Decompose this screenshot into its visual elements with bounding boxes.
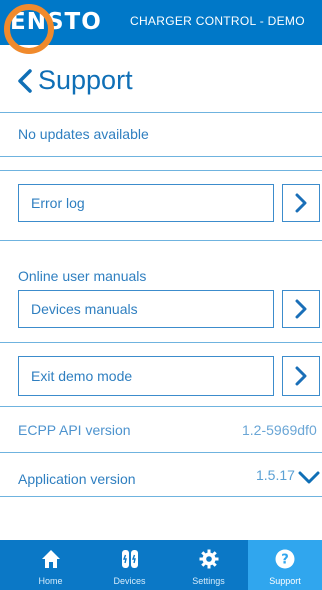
bottom-nav: Home Devices Settings ? Support — [0, 540, 322, 590]
nav-home-label: Home — [38, 576, 63, 586]
nav-home[interactable]: Home — [11, 540, 90, 590]
back-button[interactable]: Support — [0, 55, 322, 105]
gear-icon — [199, 549, 218, 569]
chevron-left-icon — [18, 69, 32, 93]
api-version-label: ECPP API version — [18, 422, 131, 438]
nav-devices-label: Devices — [113, 576, 146, 586]
error-log-arrow-button[interactable] — [282, 184, 320, 222]
devices-manuals-label: Devices manuals — [31, 301, 138, 317]
nav-settings[interactable]: Settings — [169, 540, 248, 590]
devices-manuals-button[interactable]: Devices manuals — [18, 290, 274, 328]
home-icon — [41, 550, 60, 568]
divider — [0, 496, 322, 497]
exit-demo-arrow-button[interactable] — [282, 356, 320, 396]
app-header: ENSTO CHARGER CONTROL - DEMO — [0, 0, 322, 54]
divider — [0, 342, 322, 343]
update-status: No updates available — [18, 126, 149, 142]
page-title: Support — [38, 65, 133, 95]
chevron-down-icon — [298, 471, 320, 484]
chevron-right-icon — [295, 193, 307, 213]
help-icon: ? — [275, 549, 295, 569]
error-log-label: Error log — [31, 195, 85, 211]
svg-text:?: ? — [281, 553, 289, 568]
devices-manuals-arrow-button[interactable] — [282, 290, 320, 328]
divider — [0, 452, 322, 453]
chevron-right-icon — [295, 299, 307, 319]
divider — [0, 112, 322, 113]
nav-settings-label: Settings — [192, 576, 225, 586]
manuals-section-label: Online user manuals — [18, 268, 147, 284]
app-version-label: Application version — [18, 471, 136, 487]
divider — [0, 170, 322, 171]
error-log-button[interactable]: Error log — [18, 184, 274, 222]
nav-devices[interactable]: Devices — [90, 540, 169, 590]
chevron-right-icon — [295, 366, 307, 386]
divider — [0, 156, 322, 157]
exit-demo-label: Exit demo mode — [31, 368, 133, 384]
app-title: CHARGER CONTROL - DEMO — [130, 14, 305, 28]
api-version-value: 1.2-5969df0 — [242, 422, 317, 438]
devices-icon — [121, 550, 138, 568]
divider — [0, 240, 322, 241]
nav-support-label: Support — [269, 576, 301, 586]
nav-support[interactable]: ? Support — [248, 540, 322, 590]
app-version-value: 1.5.17 — [256, 467, 295, 483]
divider — [0, 406, 322, 407]
highlight-circle — [4, 4, 54, 54]
app-version-toggle[interactable]: 1.5.17 — [256, 467, 320, 489]
exit-demo-button[interactable]: Exit demo mode — [18, 356, 274, 396]
